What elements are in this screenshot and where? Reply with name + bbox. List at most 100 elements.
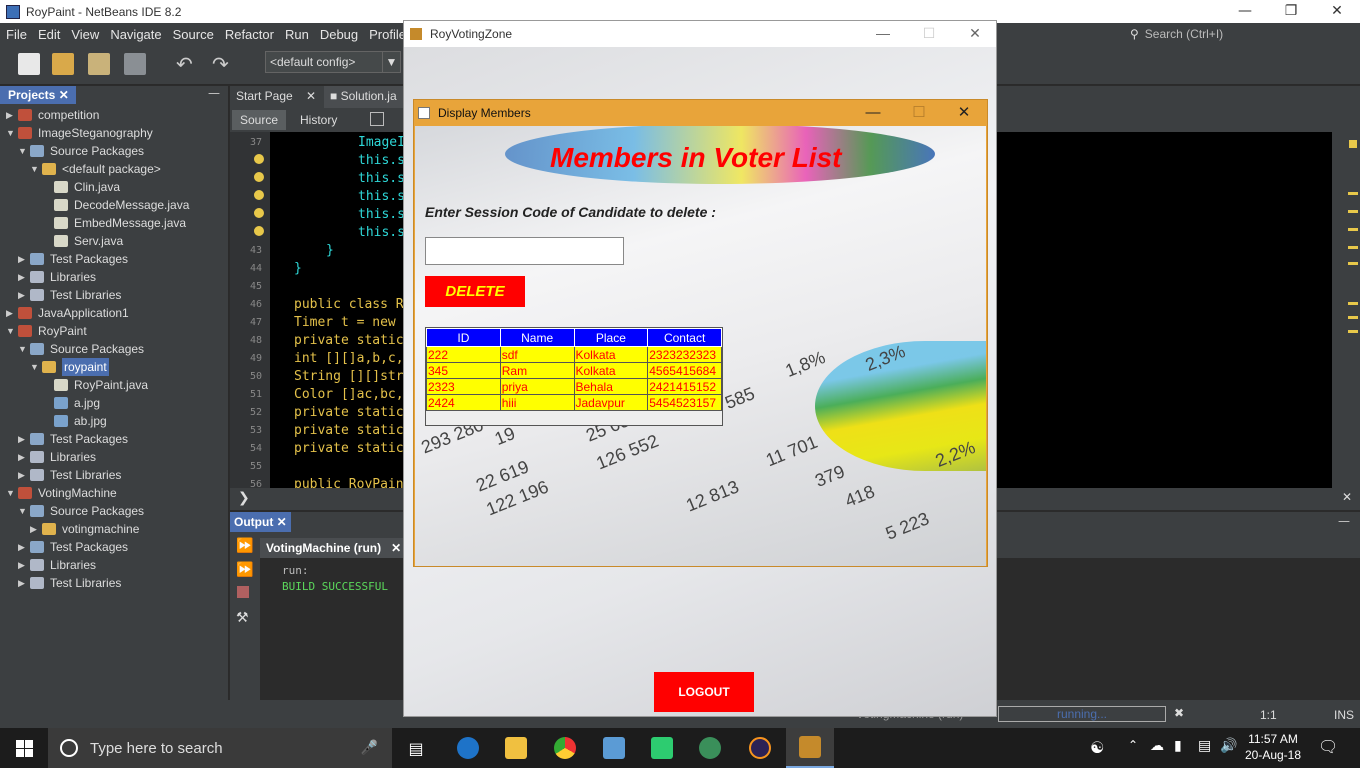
stop-icon[interactable]: [237, 586, 249, 598]
tree-item[interactable]: DecodeMessage.java: [42, 196, 189, 214]
tree-item[interactable]: ▶ Test Packages: [18, 250, 128, 268]
warning-mark[interactable]: [1348, 228, 1358, 231]
table-row[interactable]: 345 Ram Kolkata 4565415684: [426, 362, 722, 379]
expand-right-icon[interactable]: ▶: [30, 520, 42, 538]
tree-item[interactable]: ▶ Test Packages: [18, 430, 128, 448]
table-cell[interactable]: Kolkata: [573, 346, 649, 363]
start-button[interactable]: [0, 728, 48, 768]
tree-item[interactable]: ▼ RoyPaint: [6, 322, 87, 340]
warning-mark[interactable]: [1348, 316, 1358, 319]
projects-tab[interactable]: Projects ✕: [0, 86, 76, 104]
close-icon[interactable]: ✕: [59, 88, 69, 102]
warning-icon[interactable]: [254, 154, 264, 164]
expand-right-icon[interactable]: ▶: [18, 268, 30, 286]
tree-item[interactable]: a.jpg: [42, 394, 100, 412]
tree-item[interactable]: ▶ JavaApplication1: [6, 304, 129, 322]
android-studio-button[interactable]: [686, 728, 734, 768]
rerun-icon[interactable]: ⏩: [236, 538, 253, 554]
menu-source[interactable]: Source: [167, 27, 219, 42]
close-icon[interactable]: ✕: [277, 515, 287, 529]
status-progress[interactable]: running...: [998, 706, 1166, 722]
column-header-name[interactable]: Name: [499, 328, 575, 347]
column-header-id[interactable]: ID: [426, 328, 501, 347]
minimize-button[interactable]: —: [850, 100, 896, 126]
tree-item[interactable]: ▼ VotingMachine: [6, 484, 117, 502]
table-cell[interactable]: priya: [499, 378, 575, 395]
expand-right-icon[interactable]: ▶: [18, 448, 30, 466]
expand-down-icon[interactable]: ▼: [30, 358, 42, 376]
expand-down-icon[interactable]: ▼: [6, 322, 18, 340]
column-header-contact[interactable]: Contact: [647, 328, 722, 347]
cloud-icon[interactable]: ☁: [1150, 738, 1164, 754]
chrome-button[interactable]: [541, 728, 589, 768]
tree-item[interactable]: ab.jpg: [42, 412, 107, 430]
new-project-icon[interactable]: [52, 53, 74, 75]
volume-icon[interactable]: 🔊: [1220, 738, 1237, 754]
menu-view[interactable]: View: [65, 27, 104, 42]
menu-debug[interactable]: Debug: [314, 27, 363, 42]
java-app-taskbar-button[interactable]: [786, 728, 834, 768]
tab-solution[interactable]: ■ Solution.ja: [324, 86, 403, 108]
tree-item[interactable]: ▼ ImageSteganography: [6, 124, 153, 142]
tree-item[interactable]: EmbedMessage.java: [42, 214, 186, 232]
expand-right-icon[interactable]: ▶: [18, 430, 30, 448]
maximize-button[interactable]: ❐: [1268, 0, 1314, 23]
table-cell[interactable]: 222: [426, 346, 501, 363]
chevron-right-icon[interactable]: ❯: [238, 490, 250, 506]
chevron-up-icon[interactable]: ⌃: [1128, 738, 1138, 752]
expand-down-icon[interactable]: ▼: [18, 142, 30, 160]
expand-right-icon[interactable]: ▶: [18, 556, 30, 574]
virtualbox-button[interactable]: [590, 728, 638, 768]
menu-refactor[interactable]: Refactor: [219, 27, 279, 42]
cancel-task-icon[interactable]: ✖: [1174, 706, 1184, 720]
warning-mark[interactable]: [1348, 246, 1358, 249]
expand-down-icon[interactable]: ▼: [30, 160, 42, 178]
tree-item[interactable]: ▶ Libraries: [18, 268, 96, 286]
table-cell[interactable]: Jadavpur: [573, 394, 649, 411]
table-row[interactable]: 2323 priya Behala 2421415152: [426, 378, 722, 395]
warning-mark[interactable]: [1348, 262, 1358, 265]
tree-item[interactable]: RoyPaint.java: [42, 376, 148, 394]
tree-item[interactable]: ▶ Libraries: [18, 448, 96, 466]
tree-item[interactable]: ▶ Test Libraries: [18, 466, 121, 484]
table-row[interactable]: 2424 hiii Jadavpur 5454523157: [426, 394, 722, 411]
tree-item[interactable]: ▼ Source Packages: [18, 502, 144, 520]
tab-start-page[interactable]: Start Page ✕: [230, 86, 322, 108]
tree-item[interactable]: ▶ votingmachine: [30, 520, 139, 538]
close-button[interactable]: ✕: [941, 100, 987, 126]
table-cell[interactable]: Ram: [499, 362, 575, 379]
last-edit-icon[interactable]: [370, 112, 384, 126]
menu-run[interactable]: Run: [279, 27, 314, 42]
close-button[interactable]: ✕: [952, 21, 996, 47]
menu-edit[interactable]: Edit: [32, 27, 65, 42]
action-center-icon[interactable]: 🗨: [1318, 737, 1338, 756]
tree-item[interactable]: Clin.java: [42, 178, 120, 196]
warning-mark[interactable]: [1348, 302, 1358, 305]
tab-source[interactable]: Source: [232, 110, 287, 130]
session-code-input[interactable]: [425, 237, 624, 265]
expand-right-icon[interactable]: ▶: [18, 250, 30, 268]
expand-right-icon[interactable]: ▶: [18, 574, 30, 592]
expand-right-icon[interactable]: ▶: [18, 466, 30, 484]
tree-item[interactable]: ▼ <default package>: [30, 160, 161, 178]
warning-icon[interactable]: [254, 172, 264, 182]
edge-button[interactable]: [444, 728, 492, 768]
task-view-button[interactable]: ▤: [392, 728, 440, 768]
table-cell[interactable]: 4565415684: [647, 362, 722, 379]
pycharm-button[interactable]: [638, 728, 686, 768]
network-icon[interactable]: ▤: [1198, 738, 1211, 754]
table-cell[interactable]: 5454523157: [647, 394, 722, 411]
warning-mark[interactable]: [1348, 210, 1358, 213]
expand-right-icon[interactable]: ▶: [18, 286, 30, 304]
people-icon[interactable]: ☯: [1090, 738, 1104, 757]
battery-icon[interactable]: ▮: [1174, 738, 1182, 754]
save-all-icon[interactable]: [124, 53, 146, 75]
expand-down-icon[interactable]: ▼: [6, 124, 18, 142]
microphone-icon[interactable]: 🎤: [361, 740, 378, 756]
output-tab[interactable]: Output ✕: [230, 512, 291, 532]
tab-history[interactable]: History: [292, 110, 345, 130]
tree-item[interactable]: Serv.java: [42, 232, 123, 250]
rerun-params-icon[interactable]: ⏩: [236, 562, 253, 578]
eclipse-button[interactable]: [736, 728, 784, 768]
undo-icon[interactable]: ↶: [176, 53, 198, 75]
